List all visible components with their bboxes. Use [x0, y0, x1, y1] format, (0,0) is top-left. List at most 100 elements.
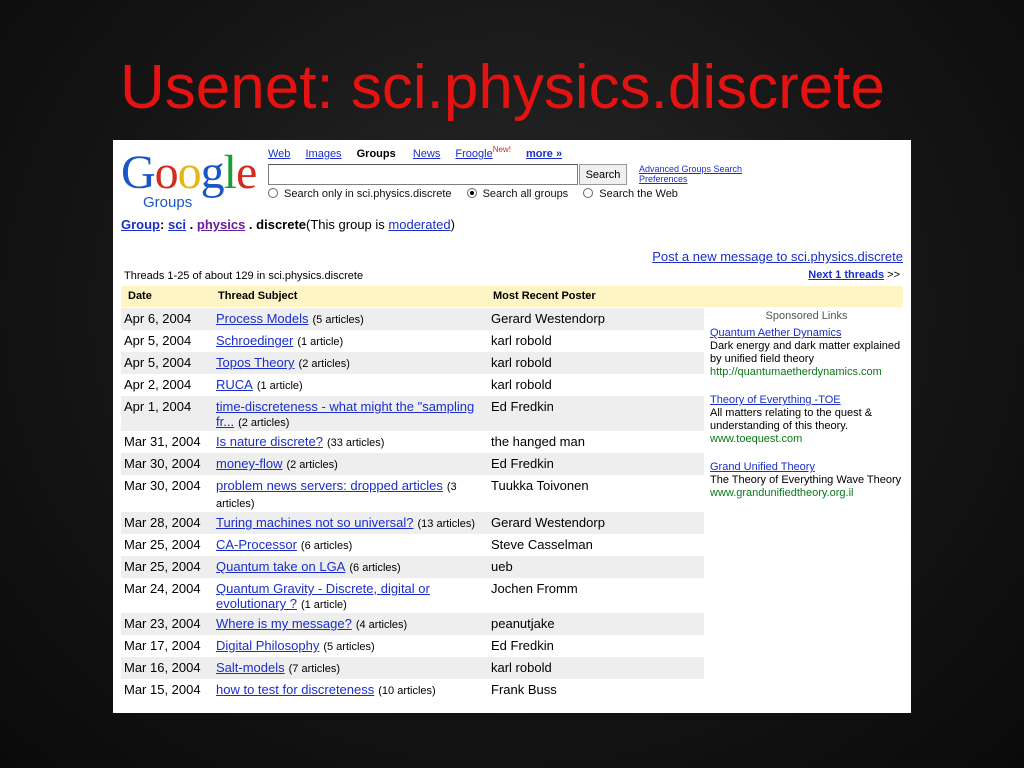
- radio-option-all-groups[interactable]: Search all groups: [466, 188, 568, 200]
- new-badge: New!: [492, 145, 511, 154]
- search-button[interactable]: Search: [579, 164, 627, 185]
- thread-subject-link[interactable]: Quantum take on LGA: [216, 559, 345, 574]
- thread-poster: karl robold: [491, 660, 552, 675]
- radio-option-this-group[interactable]: Search only in sci.physics.discrete: [268, 188, 452, 200]
- breadcrumb-sci[interactable]: sci: [168, 217, 186, 232]
- table-row: Mar 30, 2004 problem news servers: droppe…: [121, 475, 704, 512]
- thread-date: Mar 30, 2004: [124, 456, 201, 471]
- post-new-message-link[interactable]: Post a new message to sci.physics.discre…: [652, 249, 903, 264]
- thread-subject-cell: Topos Theory (2 articles): [216, 352, 491, 374]
- column-header-date: Date: [128, 290, 152, 302]
- article-count: (7 articles): [288, 663, 340, 675]
- article-count: (4 articles): [355, 619, 408, 631]
- threads-count: Threads 1-25 of about 129 in sci.physics…: [124, 270, 364, 282]
- table-row: Mar 15, 2004 how to test for discreteness…: [121, 679, 704, 701]
- thread-date: Mar 16, 2004: [124, 660, 201, 675]
- thread-date: Apr 1, 2004: [124, 399, 192, 414]
- tab-groups: Groups: [356, 148, 396, 160]
- advanced-search-link[interactable]: Advanced Groups Search: [639, 164, 742, 174]
- radio-button-selected[interactable]: [466, 188, 477, 198]
- radio-option-web[interactable]: Search the Web: [583, 188, 678, 200]
- table-row: Apr 6, 2004 Process Models (5 articles) Ger…: [121, 308, 704, 330]
- thread-poster: Frank Buss: [491, 682, 557, 697]
- tab-images[interactable]: Images: [305, 148, 341, 160]
- preferences-link[interactable]: Preferences: [639, 174, 742, 184]
- google-logo-wordmark: Google: [121, 146, 257, 199]
- article-count: (1 article): [300, 599, 347, 611]
- table-row: Mar 30, 2004 money-flow (2 articles) Ed Fre…: [121, 453, 704, 475]
- thread-subject-cell: Where is my message? (4 articles): [216, 613, 491, 635]
- search-options-links: Advanced Groups Search Preferences: [639, 164, 742, 184]
- thread-subject-link[interactable]: CA-Processor: [216, 537, 297, 552]
- table-row: Apr 2, 2004 RUCA (1 article) karl robold: [121, 374, 704, 396]
- thread-subject-cell: RUCA (1 article): [216, 374, 491, 396]
- thread-subject-link[interactable]: Where is my message?: [216, 616, 352, 631]
- browser-screenshot: Google Groups Web Images Groups News Fro…: [113, 140, 911, 713]
- radio-button[interactable]: [268, 188, 278, 198]
- sponsored-ad: Grand Unified Theory The Theory of Everyt…: [710, 461, 903, 500]
- thread-date: Mar 25, 2004: [124, 559, 201, 574]
- ad-text: All matters relating to the quest & unde…: [710, 407, 873, 432]
- thread-subject-link[interactable]: Turing machines not so universal?: [216, 515, 414, 530]
- article-count: (33 articles): [326, 437, 385, 449]
- thread-date: Apr 5, 2004: [124, 355, 192, 370]
- table-row: Mar 23, 2004 Where is my message? (4 artic…: [121, 613, 704, 635]
- thread-subject-link[interactable]: problem news servers: dropped articles: [216, 478, 443, 493]
- thread-subject-link[interactable]: money-flow: [216, 456, 282, 471]
- tab-froogle[interactable]: Froogle: [455, 148, 492, 160]
- thread-date: Mar 30, 2004: [124, 478, 201, 493]
- thread-subject-link[interactable]: RUCA: [216, 377, 253, 392]
- search-scope-radios: Search only in sci.physics.discrete Sear…: [268, 188, 690, 200]
- thread-poster: Jochen Fromm: [491, 581, 578, 596]
- thread-poster: peanutjake: [491, 616, 555, 631]
- breadcrumb-physics[interactable]: physics: [197, 217, 245, 232]
- sponsored-ad: Theory of Everything -TOE All matters rel…: [710, 394, 903, 446]
- ad-title-link[interactable]: Theory of Everything -TOE: [710, 394, 841, 406]
- ad-url[interactable]: http://quantumaetherdynamics.com: [710, 366, 882, 378]
- table-row: Mar 24, 2004 Quantum Gravity - Discrete, …: [121, 578, 704, 613]
- thread-subject-link[interactable]: Digital Philosophy: [216, 638, 319, 653]
- ad-title-link[interactable]: Quantum Aether Dynamics: [710, 327, 841, 339]
- thread-subject-cell: Salt-models (7 articles): [216, 657, 491, 679]
- ad-title-link[interactable]: Grand Unified Theory: [710, 461, 815, 473]
- thread-subject-link[interactable]: how to test for discreteness: [216, 682, 374, 697]
- thread-subject-cell: CA-Processor (6 articles): [216, 534, 491, 556]
- thread-subject-cell: money-flow (2 articles): [216, 453, 491, 475]
- radio-button[interactable]: [583, 188, 594, 198]
- search-input[interactable]: [268, 164, 578, 185]
- thread-subject-link[interactable]: Is nature discrete?: [216, 434, 323, 449]
- thread-subject-link[interactable]: Schroedinger: [216, 333, 293, 348]
- tab-news[interactable]: News: [413, 148, 441, 160]
- thread-date: Apr 5, 2004: [124, 333, 192, 348]
- ad-url[interactable]: www.toequest.com: [710, 433, 802, 445]
- thread-subject-link[interactable]: Salt-models: [216, 660, 285, 675]
- breadcrumb-group[interactable]: Group: [121, 217, 160, 232]
- article-count: (1 article): [256, 380, 303, 392]
- thread-poster: ueb: [491, 559, 513, 574]
- table-row: Mar 28, 2004 Turing machines not so unive…: [121, 512, 704, 534]
- table-row: Apr 1, 2004 time-discreteness - what migh…: [121, 396, 704, 431]
- thread-date: Mar 25, 2004: [124, 537, 201, 552]
- thread-poster: karl robold: [491, 377, 552, 392]
- thread-poster: Ed Fredkin: [491, 638, 554, 653]
- next-threads-nav: Next 1 threads >>: [808, 269, 900, 281]
- thread-subject-cell: time-discreteness - what might the "samp…: [216, 396, 491, 431]
- sponsored-links-header: Sponsored Links: [765, 310, 848, 322]
- table-row: Mar 31, 2004 Is nature discrete? (33 artic…: [121, 431, 704, 453]
- tab-more[interactable]: more »: [526, 148, 562, 160]
- article-count: (1 article): [297, 336, 344, 348]
- thread-poster: Tuukka Toivonen: [491, 478, 589, 493]
- thread-poster: the hanged man: [491, 434, 585, 449]
- moderated-link[interactable]: moderated: [388, 217, 450, 232]
- thread-subject-link[interactable]: Process Models: [216, 311, 308, 326]
- thread-poster: karl robold: [491, 333, 552, 348]
- article-count: (2 articles): [238, 417, 290, 429]
- thread-subject-cell: how to test for discreteness (10 articles…: [216, 679, 491, 701]
- article-count: (5 articles): [323, 641, 375, 653]
- thread-subject-cell: problem news servers: dropped articles (3…: [216, 475, 491, 512]
- ad-url[interactable]: www.grandunifiedtheory.org.il: [710, 487, 853, 499]
- thread-subject-link[interactable]: Topos Theory: [216, 355, 295, 370]
- tab-web[interactable]: Web: [268, 148, 290, 160]
- google-groups-logo[interactable]: Google Groups: [121, 148, 257, 212]
- next-threads-link[interactable]: Next 1 threads: [808, 269, 884, 281]
